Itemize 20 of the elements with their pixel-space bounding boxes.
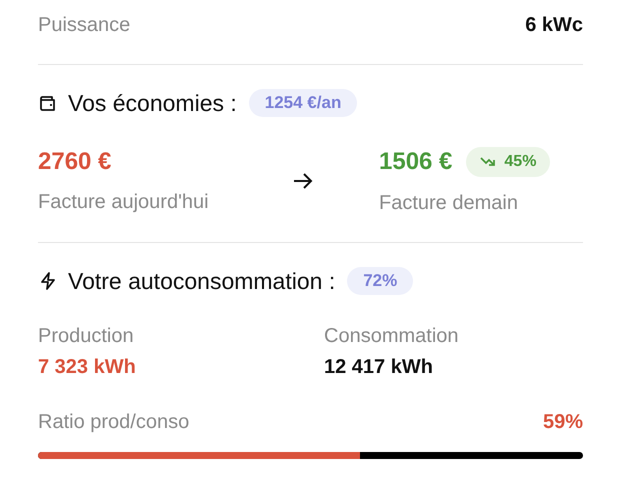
savings-badge: 1254 €/an <box>248 89 358 117</box>
consumption-label: Consommation <box>324 325 460 348</box>
bill-today-label: Facture aujourd'hui <box>38 191 210 214</box>
production-value: 7 323 kWh <box>38 356 137 379</box>
ratio-value: 59% <box>542 411 583 434</box>
arrow-right-icon <box>293 172 313 190</box>
wallet-icon <box>38 93 58 113</box>
consumption-value: 12 417 kWh <box>324 356 434 379</box>
decrease-badge: 45% <box>466 147 550 177</box>
production-label: Production <box>38 325 135 348</box>
bill-tomorrow-label: Facture demain <box>379 192 519 215</box>
bill-today-value: 2760 € <box>38 148 112 176</box>
bill-tomorrow-value: 1506 € <box>379 148 452 176</box>
autoconsumption-badge: 72% <box>347 267 414 295</box>
section-title: Votre autoconsommation : <box>68 268 336 294</box>
ratio-label: Ratio prod/conso <box>38 411 190 434</box>
lightning-icon <box>38 271 58 291</box>
power-value: 6 kWc <box>525 14 583 37</box>
power-label: Puissance <box>38 14 130 37</box>
section-title: Vos économies : <box>68 90 237 116</box>
